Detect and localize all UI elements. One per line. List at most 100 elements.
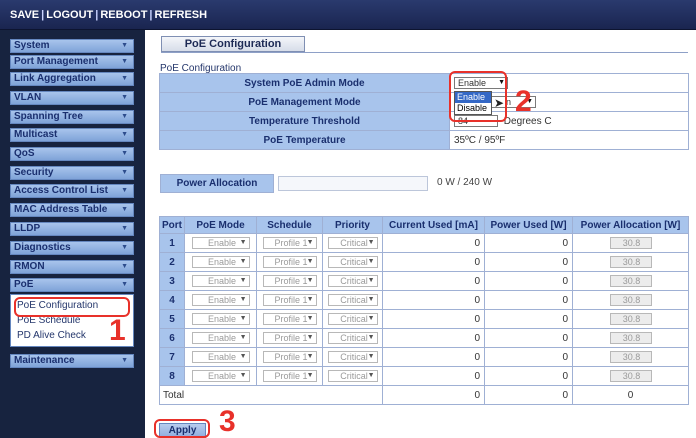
port-row: 8 Enable ▼ Profile 1 ▼ Critical ▼ 0 0 30.8	[159, 366, 689, 386]
priority-select[interactable]: Critical ▼	[327, 332, 378, 344]
sidebar-item-label: System	[14, 40, 50, 51]
main-content: PoE Configuration PoE Configuration Syst…	[145, 30, 696, 438]
priority-select[interactable]: Critical ▼	[327, 256, 378, 268]
schedule-select[interactable]: Profile 1 ▼	[262, 351, 317, 363]
port-number: 8	[159, 366, 185, 386]
col-header-poe-mode: PoE Mode	[184, 216, 257, 234]
priority-cell: Critical ▼	[322, 328, 383, 348]
power-allocation-input[interactable]: 30.8	[609, 237, 652, 249]
sidebar-item-link-aggregation[interactable]: Link Aggregation ▼	[10, 72, 134, 86]
current-used-cell: 0	[382, 233, 485, 253]
port-number: 6	[159, 328, 185, 348]
power-allocation-input[interactable]: 30.8	[609, 351, 652, 363]
priority-cell: Critical ▼	[322, 290, 383, 310]
poe-mode-select[interactable]: Enable ▼	[191, 351, 250, 363]
poe-mode-select[interactable]: Enable ▼	[191, 237, 250, 249]
schedule-cell: Profile 1 ▼	[256, 252, 323, 272]
select-value: Enable	[207, 295, 237, 305]
sidebar-item-qos[interactable]: QoS ▼	[10, 147, 134, 161]
col-header-current-used: Current Used [mA]	[382, 216, 485, 234]
sidebar-item-label: Access Control List	[14, 185, 108, 196]
sidebar-item-maintenance[interactable]: Maintenance ▼	[10, 354, 134, 368]
total-label: Total	[159, 385, 383, 405]
sidebar-item-rmon[interactable]: RMON ▼	[10, 260, 134, 274]
config-row-admin-mode: System PoE Admin Mode Enable ▼	[159, 73, 689, 93]
chevron-down-icon: ▼	[306, 239, 314, 246]
chevron-down-icon: ▼	[121, 150, 128, 157]
schedule-select[interactable]: Profile 1 ▼	[262, 256, 317, 268]
power-allocation-bar	[278, 176, 428, 191]
port-row: 5 Enable ▼ Profile 1 ▼ Critical ▼ 0 0 30.8	[159, 309, 689, 329]
chevron-down-icon: ▼	[121, 42, 128, 49]
chevron-down-icon: ▼	[239, 334, 247, 341]
priority-select[interactable]: Critical ▼	[327, 294, 378, 306]
sidebar-item-system[interactable]: System ▼	[10, 39, 134, 53]
poe-mode-select[interactable]: Enable ▼	[191, 313, 250, 325]
power-allocation-input[interactable]: 30.8	[609, 313, 652, 325]
schedule-select[interactable]: Profile 1 ▼	[262, 237, 317, 249]
chevron-down-icon: ▼	[121, 113, 128, 120]
poe-mode-select[interactable]: Enable ▼	[191, 294, 250, 306]
sidebar-item-security[interactable]: Security ▼	[10, 166, 134, 180]
priority-select[interactable]: Critical ▼	[327, 370, 378, 382]
poe-mode-select[interactable]: Enable ▼	[191, 332, 250, 344]
power-allocation-input[interactable]: 30.8	[609, 370, 652, 382]
sidebar-item-lldp[interactable]: LLDP ▼	[10, 222, 134, 236]
priority-select[interactable]: Critical ▼	[327, 237, 378, 249]
select-value: Profile 1	[274, 371, 308, 381]
sidebar-item-port-management[interactable]: Port Management ▼	[10, 55, 134, 69]
sidebar-item-spanning-tree[interactable]: Spanning Tree ▼	[10, 110, 134, 124]
schedule-select[interactable]: Profile 1 ▼	[262, 332, 317, 344]
chevron-down-icon: ▼	[121, 131, 128, 138]
poe-mode-select[interactable]: Enable ▼	[191, 256, 250, 268]
chevron-down-icon: ▼	[306, 258, 314, 265]
refresh-link[interactable]: REFRESH	[155, 9, 208, 21]
sidebar-item-diagnostics[interactable]: Diagnostics ▼	[10, 241, 134, 255]
select-value: Profile 1	[274, 352, 308, 362]
schedule-select[interactable]: Profile 1 ▼	[262, 370, 317, 382]
chevron-down-icon: ▼	[121, 94, 128, 101]
poe-mode-cell: Enable ▼	[184, 328, 257, 348]
chevron-down-icon: ▼	[121, 75, 128, 82]
col-header-priority: Priority	[322, 216, 383, 234]
poe-mode-select[interactable]: Enable ▼	[191, 370, 250, 382]
chevron-down-icon: ▼	[306, 315, 314, 322]
total-current: 0	[382, 385, 485, 405]
schedule-select[interactable]: Profile 1 ▼	[262, 294, 317, 306]
current-used-cell: 0	[382, 366, 485, 386]
priority-select[interactable]: Critical ▼	[327, 275, 378, 287]
sidebar-item-label: RMON	[14, 261, 45, 272]
power-allocation-input[interactable]: 30.8	[609, 332, 652, 344]
priority-select[interactable]: Critical ▼	[327, 351, 378, 363]
power-used-cell: 0	[484, 328, 573, 348]
schedule-select[interactable]: Profile 1 ▼	[262, 275, 317, 287]
select-value: Profile 1	[274, 333, 308, 343]
sidebar-item-mac-address-table[interactable]: MAC Address Table ▼	[10, 203, 134, 217]
priority-select[interactable]: Critical ▼	[327, 313, 378, 325]
power-allocation-input[interactable]: 30.8	[609, 275, 652, 287]
sidebar-item-poe[interactable]: PoE ▼	[10, 278, 134, 292]
schedule-select[interactable]: Profile 1 ▼	[262, 313, 317, 325]
sidebar-item-multicast[interactable]: Multicast ▼	[10, 128, 134, 142]
chevron-down-icon: ▼	[239, 315, 247, 322]
sidebar-item-vlan[interactable]: VLAN ▼	[10, 91, 134, 105]
power-allocation-cell: 30.8	[572, 366, 689, 386]
reboot-link[interactable]: REBOOT	[100, 9, 147, 21]
poe-mode-cell: Enable ▼	[184, 252, 257, 272]
power-allocation-input[interactable]: 30.8	[609, 256, 652, 268]
port-table: Port PoE Mode Schedule Priority Current …	[159, 216, 689, 405]
power-allocation-row: Power Allocation 0 W / 240 W	[160, 174, 540, 193]
chevron-down-icon: ▼	[367, 372, 375, 379]
sidebar-item-access-control-list[interactable]: Access Control List ▼	[10, 184, 134, 198]
power-used-cell: 0	[484, 290, 573, 310]
power-allocation-input[interactable]: 30.8	[609, 294, 652, 306]
select-value: Enable	[207, 371, 237, 381]
port-table-header: Port PoE Mode Schedule Priority Current …	[159, 216, 689, 234]
annotation-box-admin-mode	[449, 71, 507, 122]
select-value: Critical	[340, 371, 368, 381]
poe-mode-select[interactable]: Enable ▼	[191, 275, 250, 287]
save-link[interactable]: SAVE	[10, 9, 39, 21]
logout-link[interactable]: LOGOUT	[46, 9, 93, 21]
submenu-item-pd-alive-check[interactable]: PD Alive Check	[17, 330, 86, 341]
select-value: Critical	[340, 314, 368, 324]
